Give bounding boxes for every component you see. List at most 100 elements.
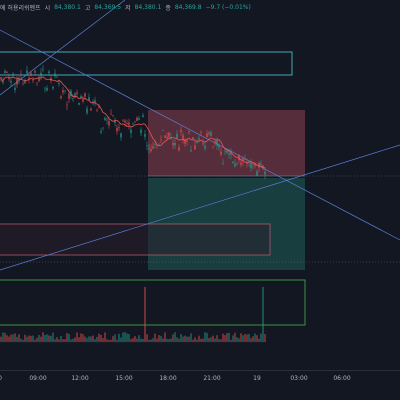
candle-body — [228, 153, 230, 155]
volume-bar — [0, 336, 2, 342]
volume-bar — [248, 334, 250, 342]
candle-body — [14, 87, 16, 91]
candle-body — [232, 161, 234, 164]
candle-body — [212, 146, 214, 147]
volume-bar — [252, 336, 254, 342]
candle-body — [32, 80, 34, 82]
candle-body — [174, 142, 176, 146]
candle-body — [116, 127, 118, 132]
volume-bar — [82, 334, 84, 342]
low-value: 84,380.1 — [134, 3, 162, 11]
volume-bar — [216, 335, 218, 342]
candle-body — [8, 78, 10, 80]
volume-bar — [244, 333, 246, 342]
volume-bar — [210, 337, 212, 342]
close-label: 종 — [165, 4, 171, 12]
candle-body — [102, 127, 104, 129]
ohlc-legend: 에 허용리쉬멘프 시 84,380.1 고 84,369.5 저 84,380.… — [0, 0, 400, 14]
time-label: 19 — [253, 375, 261, 382]
volume-bar — [142, 339, 144, 342]
candle-body — [146, 145, 148, 146]
volume-bar — [100, 334, 102, 342]
volume-bar — [6, 335, 8, 342]
symbol-name: 에 허용리쉬멘프 — [0, 4, 41, 12]
rectangle-green-volume[interactable] — [0, 279, 306, 326]
candle-body — [110, 114, 112, 115]
candle-body — [186, 140, 188, 142]
candle-body — [58, 82, 60, 84]
candle-body — [104, 117, 106, 120]
chart-root[interactable]: 에 허용리쉬멘프 시 84,380.1 고 84,369.5 저 84,380.… — [0, 0, 400, 400]
candle-body — [130, 129, 132, 134]
candle-body — [94, 100, 96, 103]
candle-body — [120, 133, 122, 138]
candle-body — [66, 104, 68, 106]
candle-body — [218, 144, 220, 148]
volume-bar — [72, 338, 74, 342]
candle-body — [166, 136, 168, 139]
candle-body — [4, 70, 6, 74]
volume-bar — [50, 335, 52, 342]
candle-body — [74, 93, 76, 98]
candle-body — [144, 134, 146, 137]
volume-bar — [164, 332, 166, 342]
volume-bar — [230, 339, 232, 342]
candle-body — [56, 76, 58, 78]
volume-bar — [138, 335, 140, 342]
volume-bar — [212, 335, 214, 342]
rectangle-pink[interactable] — [0, 223, 271, 256]
volume-bar — [22, 339, 24, 342]
candle-body — [244, 159, 246, 160]
candle-body — [196, 141, 198, 143]
volume-bar — [140, 338, 142, 342]
volume-bar — [200, 338, 202, 342]
volume-bar — [218, 339, 220, 342]
volume-bar — [68, 333, 70, 342]
volume-bar — [110, 339, 112, 342]
candle-body — [22, 83, 24, 85]
volume-bar — [24, 334, 26, 342]
volume-bar — [168, 339, 170, 342]
volume-bar — [136, 338, 138, 342]
high-value: 84,369.5 — [94, 3, 122, 11]
volume-bar — [94, 339, 96, 342]
volume-bar — [102, 338, 104, 342]
volume-bar — [26, 336, 28, 342]
candle-body — [216, 140, 218, 146]
volume-bar — [126, 333, 128, 342]
candle-body — [208, 132, 210, 134]
volume-bar — [90, 336, 92, 342]
volume-bar — [170, 338, 172, 342]
volume-bar — [42, 332, 44, 342]
candle-body — [82, 99, 84, 102]
time-label: 0 — [0, 375, 2, 382]
volume-bar — [70, 339, 72, 342]
candle-body — [40, 72, 42, 77]
volume-bar — [64, 339, 66, 342]
price-plot[interactable] — [0, 0, 400, 400]
volume-bar — [186, 336, 188, 342]
low-label: 저 — [125, 4, 131, 12]
volume-bar — [156, 338, 158, 342]
candle-body — [260, 163, 262, 165]
volume-bar — [76, 332, 78, 342]
volume-bar — [118, 333, 120, 342]
candle-body — [180, 129, 182, 132]
volume-bar — [36, 337, 38, 342]
candle-body — [88, 97, 90, 101]
volume-bar — [20, 338, 22, 342]
volume-bar — [54, 339, 56, 342]
rectangle-blue-top[interactable] — [0, 51, 293, 76]
volume-bar — [128, 334, 130, 342]
candle-body — [234, 163, 236, 167]
volume-bar — [18, 334, 20, 342]
volume-bar — [166, 338, 168, 342]
volume-bar — [14, 333, 16, 342]
candle-body — [128, 122, 130, 126]
volume-bar — [66, 333, 68, 342]
candle-body — [240, 162, 242, 165]
volume-bar — [264, 333, 266, 342]
candle-body — [86, 108, 88, 113]
volume-bar — [4, 332, 6, 342]
volume-bar — [220, 339, 222, 342]
